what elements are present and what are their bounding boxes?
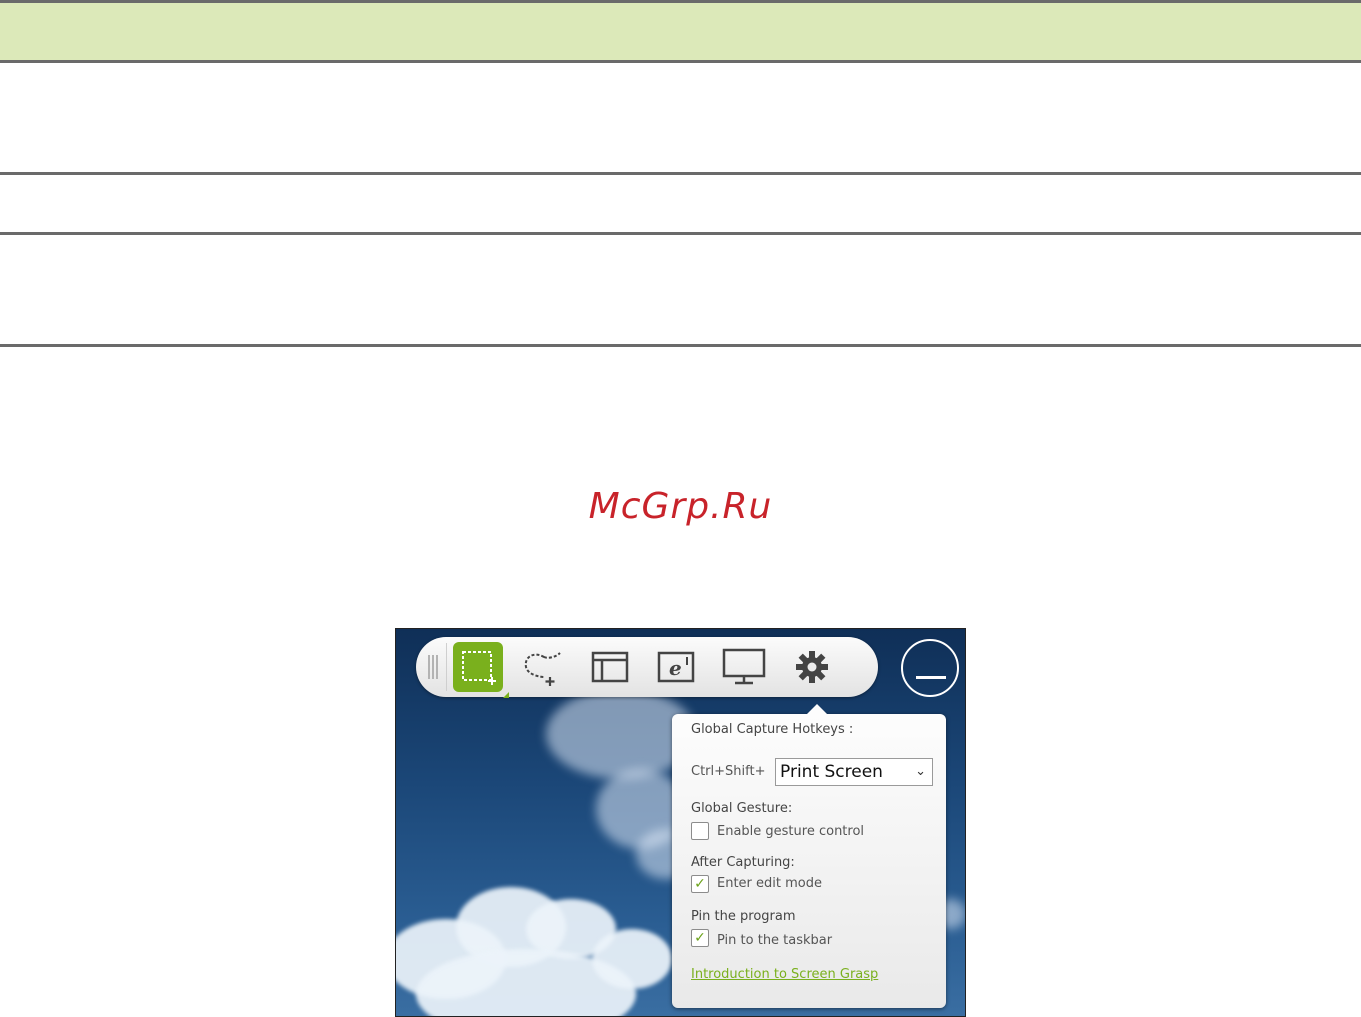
toolbar-divider [446, 643, 447, 691]
rectangle-capture-button[interactable] [453, 642, 509, 698]
settings-button[interactable] [788, 645, 836, 689]
minimize-icon [916, 676, 946, 679]
check-icon: ✓ [694, 876, 706, 892]
hotkeys-heading: Global Capture Hotkeys : [691, 722, 854, 737]
svg-text:e: e [669, 656, 682, 680]
monitor-icon [722, 648, 766, 685]
section-rule-3 [0, 344, 1361, 347]
capture-toolbar: e [416, 637, 878, 698]
webpage-capture-button[interactable]: e [652, 645, 700, 689]
edit-mode-label: Enter edit mode [717, 876, 822, 891]
edit-mode-checkbox[interactable]: ✓ [691, 875, 709, 893]
watermark: McGrp.Ru [588, 486, 773, 527]
hotkey-select[interactable]: Print Screen ⌄ [775, 758, 933, 786]
cloud [592, 929, 672, 989]
browser-e-icon: e [657, 651, 695, 683]
after-capturing-heading: After Capturing: [691, 855, 795, 870]
freehand-capture-button[interactable] [519, 645, 567, 689]
check-icon: ✓ [694, 930, 706, 946]
freehand-selection-plus-icon [524, 652, 561, 686]
header-band [0, 3, 1361, 60]
hotkey-prefix-label: Ctrl+Shift+ [691, 764, 766, 779]
drag-handle[interactable] [428, 655, 442, 679]
gesture-checkbox[interactable] [691, 822, 709, 840]
settings-panel: Global Capture Hotkeys : Ctrl+Shift+ Pri… [672, 704, 946, 1008]
gesture-label: Enable gesture control [717, 824, 865, 839]
gear-icon [796, 651, 828, 683]
intro-link[interactable]: Introduction to Screen Grasp [691, 967, 878, 982]
pin-taskbar-label: Pin to the taskbar [717, 933, 833, 948]
chevron-down-icon: ⌄ [915, 764, 926, 779]
minimize-button[interactable] [901, 639, 959, 697]
header-rule [0, 60, 1361, 63]
pin-heading: Pin the program [691, 909, 796, 924]
window-capture-button[interactable] [586, 645, 634, 689]
screenshot-frame: e Global Capture Hotkeys: Ctrl+Shift+ P… [395, 628, 966, 1017]
section-rule-2 [0, 232, 1361, 235]
section-rule-1 [0, 172, 1361, 175]
pin-taskbar-checkbox[interactable]: ✓ [691, 929, 709, 947]
fullscreen-capture-button[interactable] [720, 645, 768, 689]
hotkey-select-value: Print Screen [780, 762, 883, 782]
rectangle-selection-plus-icon [462, 651, 496, 685]
gesture-heading: Global Gesture: [691, 801, 793, 816]
window-icon [591, 651, 629, 683]
